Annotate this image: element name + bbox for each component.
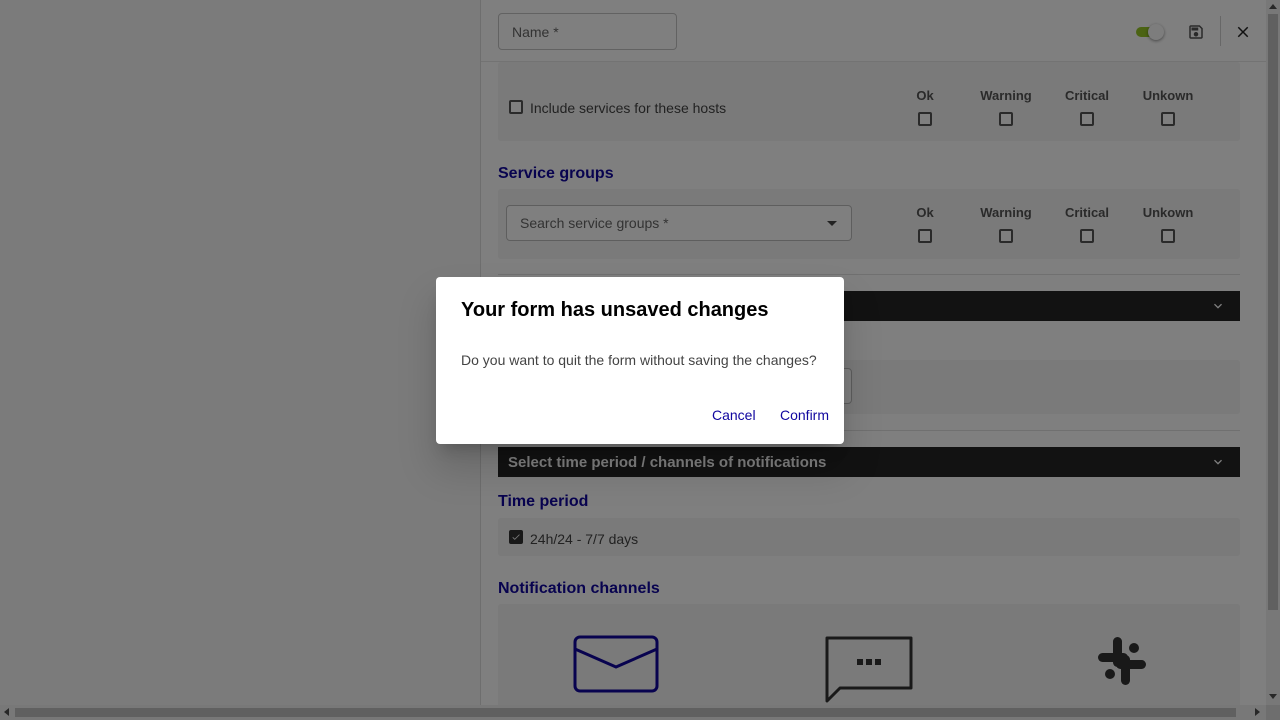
cancel-button[interactable]: Cancel — [712, 407, 756, 423]
dialog-title: Your form has unsaved changes — [461, 299, 769, 321]
unsaved-changes-dialog: Your form has unsaved changes Do you wan… — [436, 277, 844, 444]
confirm-button[interactable]: Confirm — [780, 407, 829, 423]
dialog-message: Do you want to quit the form without sav… — [461, 352, 817, 368]
